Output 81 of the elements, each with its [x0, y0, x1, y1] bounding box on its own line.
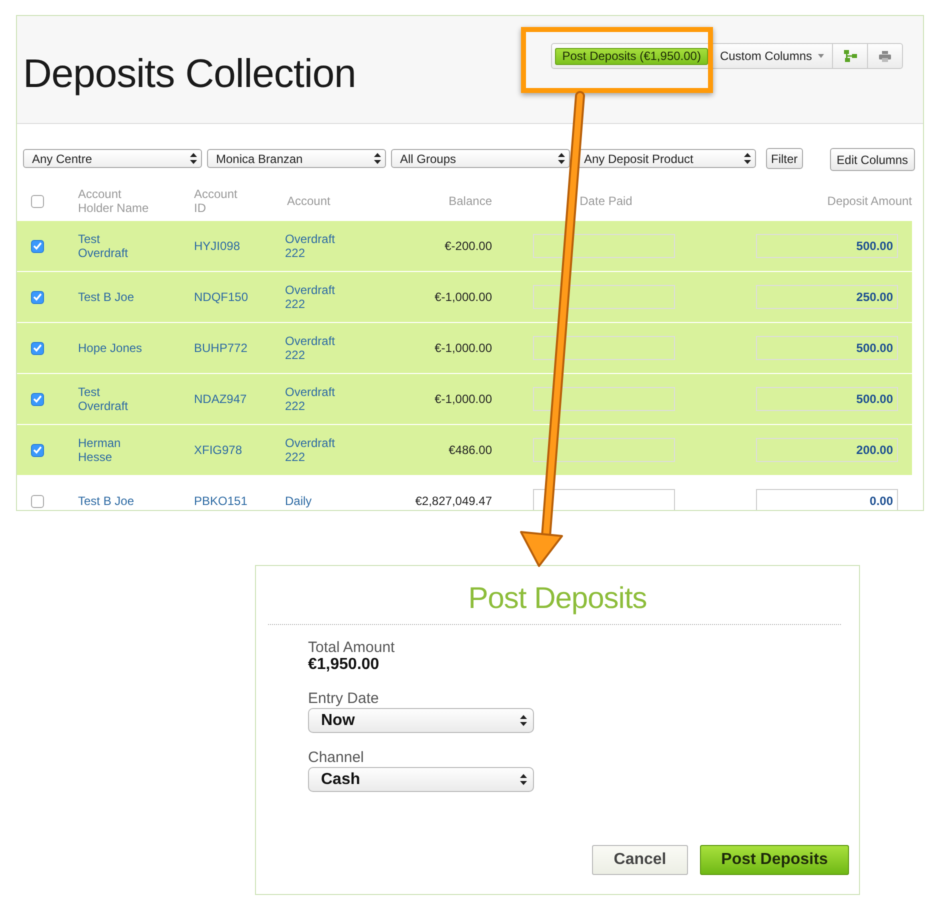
deposit-amount-field[interactable]: 500.00 — [756, 336, 898, 360]
account-link[interactable]: Overdraft 222 — [285, 385, 347, 413]
filter-dropdown[interactable]: Monica Branzan — [207, 149, 386, 168]
date-paid-field[interactable] — [533, 387, 675, 411]
select-dropdown[interactable]: Now — [308, 708, 534, 733]
account-link[interactable]: Daily — [285, 494, 347, 508]
updown-arrow-icon — [744, 153, 751, 164]
filter-dropdown[interactable]: Any Centre — [23, 149, 202, 168]
checkbox[interactable] — [31, 494, 44, 508]
account-holder-link[interactable]: Test Overdraft — [78, 232, 146, 260]
balance-text: €2,827,049.47 — [415, 494, 492, 508]
edit-columns-button[interactable]: Edit Columns — [830, 148, 916, 171]
hierarchy-icon — [844, 50, 856, 62]
dialog-title: Post Deposits — [467, 582, 648, 616]
date-paid-field[interactable] — [533, 234, 675, 258]
account-id-link[interactable]: PBKO151 — [194, 494, 248, 508]
table-row[interactable]: Herman Hesse XFIG978 Overdraft 222 €486.00 200.00 — [17, 425, 912, 476]
deposit-amount-field[interactable]: 250.00 — [756, 285, 898, 309]
table-row[interactable]: Test B Joe PBKO151 Daily €2,827,049.47 0.00 — [17, 476, 912, 510]
select-dropdown[interactable]: Cash — [308, 767, 534, 792]
column-header: Account ID — [194, 187, 238, 215]
updown-arrow-icon — [374, 153, 381, 164]
updown-arrow-icon — [520, 774, 527, 785]
filter-dropdown[interactable]: All Groups — [391, 149, 570, 168]
date-paid-field[interactable] — [533, 438, 675, 462]
total-amount-label: Total Amount — [308, 639, 395, 656]
deposit-amount-field[interactable]: 200.00 — [756, 438, 898, 462]
account-holder-link[interactable]: Test B Joe — [78, 494, 146, 508]
balance-text: €-1,000.00 — [434, 290, 492, 304]
date-paid-field[interactable] — [533, 285, 675, 309]
table-row[interactable]: Hope Jones BUHP772 Overdraft 222 €-1,000.00 500.00 — [17, 323, 912, 374]
account-holder-link[interactable]: Herman Hesse — [78, 436, 146, 464]
updown-arrow-icon — [558, 153, 565, 164]
balance-text: €-200.00 — [444, 239, 492, 253]
checkbox[interactable] — [31, 444, 44, 456]
date-paid-field[interactable] — [533, 489, 675, 510]
account-holder-link[interactable]: Test B Joe — [78, 290, 146, 304]
checkbox[interactable] — [31, 290, 44, 304]
cancel-button[interactable]: Cancel — [592, 845, 688, 875]
account-holder-link[interactable]: Test Overdraft — [78, 385, 146, 413]
column-header: Balance — [448, 194, 492, 208]
account-id-link[interactable]: NDQF150 — [194, 290, 248, 304]
table-row[interactable]: Test Overdraft NDAZ947 Overdraft 222 €-1,000.00 500.00 — [17, 374, 912, 425]
checkbox[interactable] — [31, 342, 44, 354]
post-deposits-button[interactable]: Post Deposits — [700, 845, 849, 875]
updown-arrow-icon — [190, 153, 197, 164]
post-deposits-button[interactable]: Post Deposits (€1,950.00) — [555, 48, 708, 64]
caret-icon — [818, 54, 824, 58]
balance-text: €486.00 — [448, 443, 492, 457]
table-row[interactable]: Test Overdraft HYJI098 Overdraft 222 €-200.00 500.00 — [17, 221, 912, 272]
field-label: Channel — [308, 749, 364, 766]
account-id-link[interactable]: XFIG978 — [194, 443, 242, 457]
account-id-link[interactable]: NDAZ947 — [194, 392, 247, 406]
table-row[interactable]: Test B Joe NDQF150 Overdraft 222 €-1,000.00 250.00 — [17, 272, 912, 323]
column-header: Account — [287, 194, 332, 208]
checkbox[interactable] — [31, 392, 44, 406]
account-link[interactable]: Overdraft 222 — [285, 283, 347, 311]
page-title: Deposits Collection — [23, 52, 356, 97]
balance-text: €-1,000.00 — [434, 341, 492, 355]
deposit-amount-field[interactable]: 0.00 — [756, 489, 898, 510]
custom-columns-dropdown[interactable]: Custom Columns — [710, 44, 832, 68]
account-link[interactable]: Overdraft 222 — [285, 334, 347, 362]
filter-button[interactable]: Filter — [766, 148, 803, 169]
column-header: Date Paid — [580, 194, 632, 208]
total-amount-value: €1,950.00 — [308, 656, 380, 674]
date-paid-field[interactable] — [533, 336, 675, 360]
column-header: Account Holder Name — [78, 187, 150, 215]
checkbox[interactable] — [31, 240, 44, 252]
balance-text: €-1,000.00 — [434, 392, 492, 406]
checkbox[interactable] — [31, 194, 44, 208]
account-link[interactable]: Overdraft 222 — [285, 232, 347, 260]
account-holder-link[interactable]: Hope Jones — [78, 341, 146, 355]
account-id-link[interactable]: BUHP772 — [194, 341, 248, 355]
account-id-link[interactable]: HYJI098 — [194, 239, 240, 253]
deposit-amount-field[interactable]: 500.00 — [756, 234, 898, 258]
column-header: Deposit Amount — [827, 194, 912, 208]
account-link[interactable]: Overdraft 222 — [285, 436, 347, 464]
updown-arrow-icon — [520, 715, 527, 726]
printer-icon — [879, 50, 891, 62]
field-label: Entry Date — [308, 690, 379, 707]
deposit-amount-field[interactable]: 500.00 — [756, 387, 898, 411]
